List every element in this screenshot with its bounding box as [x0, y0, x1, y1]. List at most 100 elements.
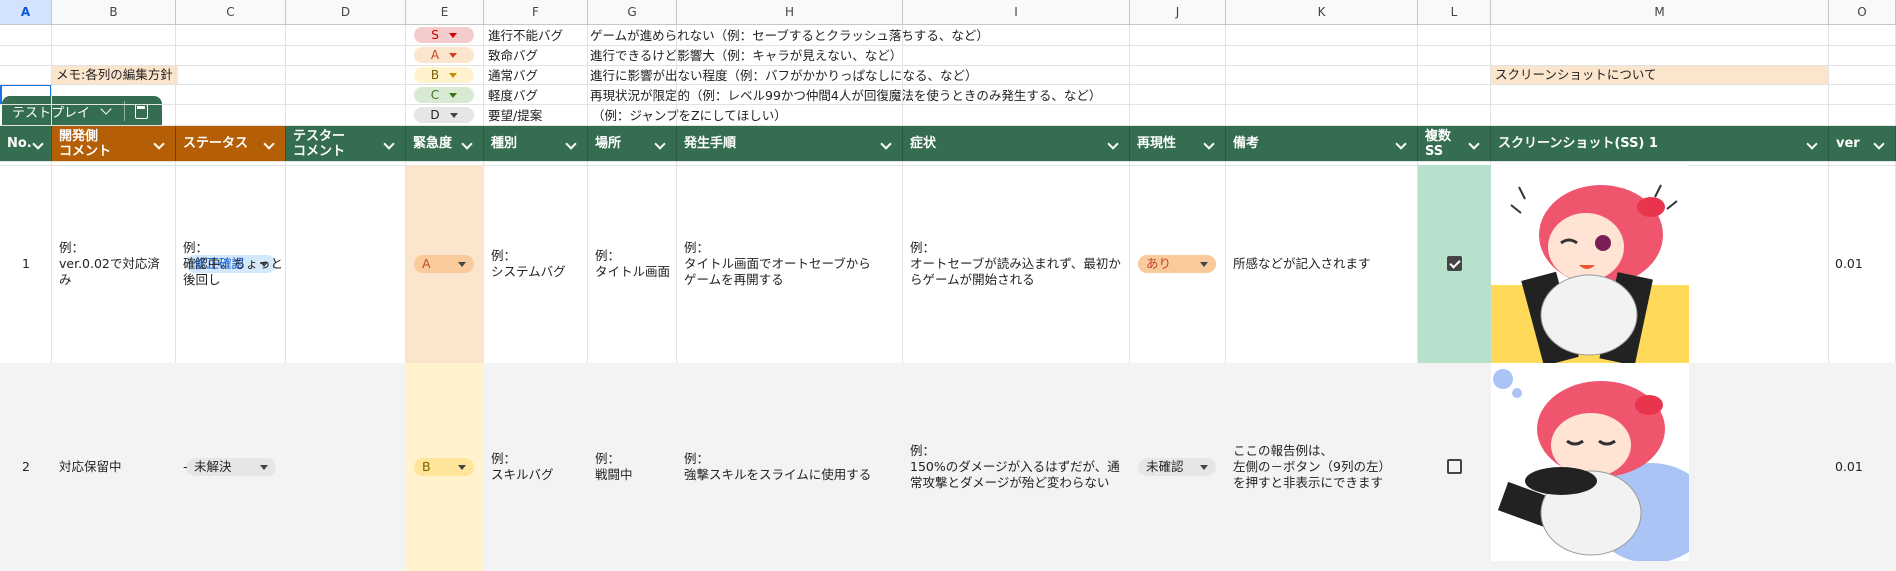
- column-header-J[interactable]: J: [1130, 0, 1226, 25]
- filter-icon[interactable]: [32, 139, 43, 149]
- filter-icon[interactable]: [461, 139, 475, 149]
- header-notes[interactable]: 備考: [1226, 126, 1418, 161]
- urgency-legend-label: 要望/提案: [488, 108, 543, 123]
- filter-icon[interactable]: [383, 139, 397, 149]
- calculator-icon[interactable]: [135, 103, 149, 119]
- header-symptom[interactable]: 症状: [903, 126, 1130, 161]
- filter-icon[interactable]: [153, 139, 167, 149]
- header-ss1[interactable]: スクリーンショット(SS) 1: [1491, 126, 1829, 161]
- header-label: 緊急度: [413, 136, 453, 151]
- cell-place[interactable]: 例： 戦闘中: [595, 363, 670, 571]
- urgency-legend-chip[interactable]: C: [414, 87, 474, 103]
- header-place[interactable]: 場所: [588, 126, 677, 161]
- multi-ss-checkbox[interactable]: [1447, 256, 1462, 271]
- cell-kind-text: 例： スキルバグ: [491, 451, 554, 482]
- screenshot-note-label: スクリーンショットについて: [1495, 67, 1657, 82]
- urgency-legend-desc: （例：ジャンプをZにしてほしい）: [592, 108, 787, 123]
- header-ver[interactable]: ver: [1829, 126, 1896, 161]
- cell-kind[interactable]: 例： システムバグ: [491, 165, 581, 363]
- filter-icon[interactable]: [1395, 139, 1409, 149]
- header-no[interactable]: No.: [0, 126, 52, 161]
- column-header-L[interactable]: L: [1418, 0, 1491, 25]
- screenshot-image-2[interactable]: [1491, 363, 1689, 561]
- cell-dev[interactable]: 対応保留中: [59, 363, 169, 571]
- dropdown-arrow-icon: [448, 33, 457, 38]
- header-dev[interactable]: 開発側 コメント: [52, 126, 176, 161]
- column-header-M[interactable]: M: [1491, 0, 1829, 25]
- column-header-G[interactable]: G: [588, 0, 677, 25]
- filter-icon[interactable]: [1873, 139, 1887, 149]
- urgency-legend-chip[interactable]: S: [414, 27, 474, 43]
- column-header-H[interactable]: H: [677, 0, 903, 25]
- cell-steps-text: 例： タイトル画面でオートセーブから ゲームを再開する: [684, 240, 871, 287]
- header-repro[interactable]: 再現性: [1130, 126, 1226, 161]
- header-steps[interactable]: 発生手順: [677, 126, 903, 161]
- chip-value: A: [422, 256, 431, 271]
- header-label: 開発側 コメント: [59, 128, 112, 159]
- column-header-E[interactable]: E: [406, 0, 484, 25]
- header-label: 場所: [595, 136, 622, 151]
- column-header-F[interactable]: F: [484, 0, 588, 25]
- urgency-legend-desc: ゲームが進められない（例：セーブするとクラッシュ落ちする、など）: [590, 28, 989, 43]
- cell-symptom[interactable]: 例： 150%のダメージが入るはずだが、通常攻撃とダメージが殆ど変わらない: [910, 363, 1123, 571]
- filter-icon[interactable]: [1203, 139, 1217, 149]
- urgency-legend-chip[interactable]: D: [414, 107, 474, 123]
- cell-tester[interactable]: -: [183, 363, 289, 571]
- filter-icon[interactable]: [263, 139, 277, 149]
- urgency-legend-level: D: [430, 108, 440, 122]
- urgency-legend-chip[interactable]: A: [414, 47, 474, 63]
- header-label: テスター コメント: [293, 128, 346, 159]
- header-label: ver: [1836, 136, 1860, 151]
- cell-symptom-text: 例： 150%のダメージが入るはずだが、通常攻撃とダメージが殆ど変わらない: [910, 443, 1120, 490]
- sheet-tab-button[interactable]: テストプレイ: [2, 96, 162, 126]
- cell-steps[interactable]: 例： タイトル画面でオートセーブから ゲームを再開する: [684, 165, 896, 363]
- filter-icon[interactable]: [1468, 139, 1482, 149]
- cell-notes[interactable]: ここの報告例は、 左側の－ボタン（9列の左） を押すと非表示にできます: [1233, 363, 1411, 571]
- chip-value: あり: [1146, 256, 1172, 271]
- column-header-O[interactable]: O: [1829, 0, 1896, 25]
- filter-icon[interactable]: [1806, 139, 1820, 149]
- header-tester[interactable]: テスター コメント: [286, 126, 406, 161]
- chip-value: B: [422, 459, 431, 474]
- dropdown-chip-repro[interactable]: 未確認: [1138, 458, 1216, 476]
- dropdown-chip-urgency[interactable]: A: [414, 255, 474, 273]
- column-header-D[interactable]: D: [286, 0, 406, 25]
- cell-ver[interactable]: 0.01: [1829, 363, 1896, 571]
- cell-symptom[interactable]: 例： オートセーブが読み込まれず、最初からゲームが開始される: [910, 165, 1123, 363]
- cell-dev[interactable]: 例： ver.0.02で対応済み: [59, 165, 169, 363]
- dropdown-chip-repro[interactable]: あり: [1138, 255, 1216, 273]
- cell-ver[interactable]: 0.01: [1829, 165, 1896, 363]
- filter-icon[interactable]: [565, 139, 579, 149]
- column-header-B[interactable]: B: [52, 0, 176, 25]
- urgency-legend-label: 軽度バグ: [488, 88, 539, 103]
- grid-line: [0, 84, 1896, 85]
- dropdown-arrow-icon: [1200, 464, 1208, 470]
- column-header-K[interactable]: K: [1226, 0, 1418, 25]
- column-header-A[interactable]: A: [0, 0, 52, 25]
- filter-icon[interactable]: [1107, 139, 1121, 149]
- urgency-legend-label: 通常バグ: [488, 68, 539, 83]
- filter-icon[interactable]: [654, 139, 668, 149]
- cell-no[interactable]: 2: [0, 363, 52, 571]
- column-header-I[interactable]: I: [903, 0, 1130, 25]
- filter-icon[interactable]: [880, 139, 894, 149]
- urgency-legend-chip[interactable]: B: [414, 67, 474, 83]
- header-multi[interactable]: 複数 SS: [1418, 126, 1491, 161]
- header-kind[interactable]: 種別: [484, 126, 588, 161]
- multi-ss-checkbox[interactable]: [1447, 459, 1462, 474]
- header-status[interactable]: ステータス: [176, 126, 286, 161]
- cell-kind[interactable]: 例： スキルバグ: [491, 363, 581, 571]
- grid-line: [0, 65, 1896, 66]
- memo-label: メモ:各列の編集方針: [56, 67, 173, 82]
- header-urgency[interactable]: 緊急度: [406, 126, 484, 161]
- cell-tester[interactable]: 例： 確認中。ちょっと後回し: [183, 165, 289, 363]
- cell-steps[interactable]: 例： 強撃スキルをスライムに使用する: [684, 363, 896, 571]
- cell-no[interactable]: 1: [0, 165, 52, 363]
- dropdown-chip-urgency[interactable]: B: [414, 458, 474, 476]
- cell-notes[interactable]: 所感などが記入されます: [1233, 165, 1411, 363]
- screenshot-image-1[interactable]: [1491, 165, 1689, 363]
- column-header-C[interactable]: C: [176, 0, 286, 25]
- cell-place[interactable]: 例： タイトル画面: [595, 165, 670, 363]
- urgency-legend-desc: 進行できるけど影響大（例：キャラが見えない、など）: [590, 48, 903, 63]
- header-label: 症状: [910, 136, 937, 151]
